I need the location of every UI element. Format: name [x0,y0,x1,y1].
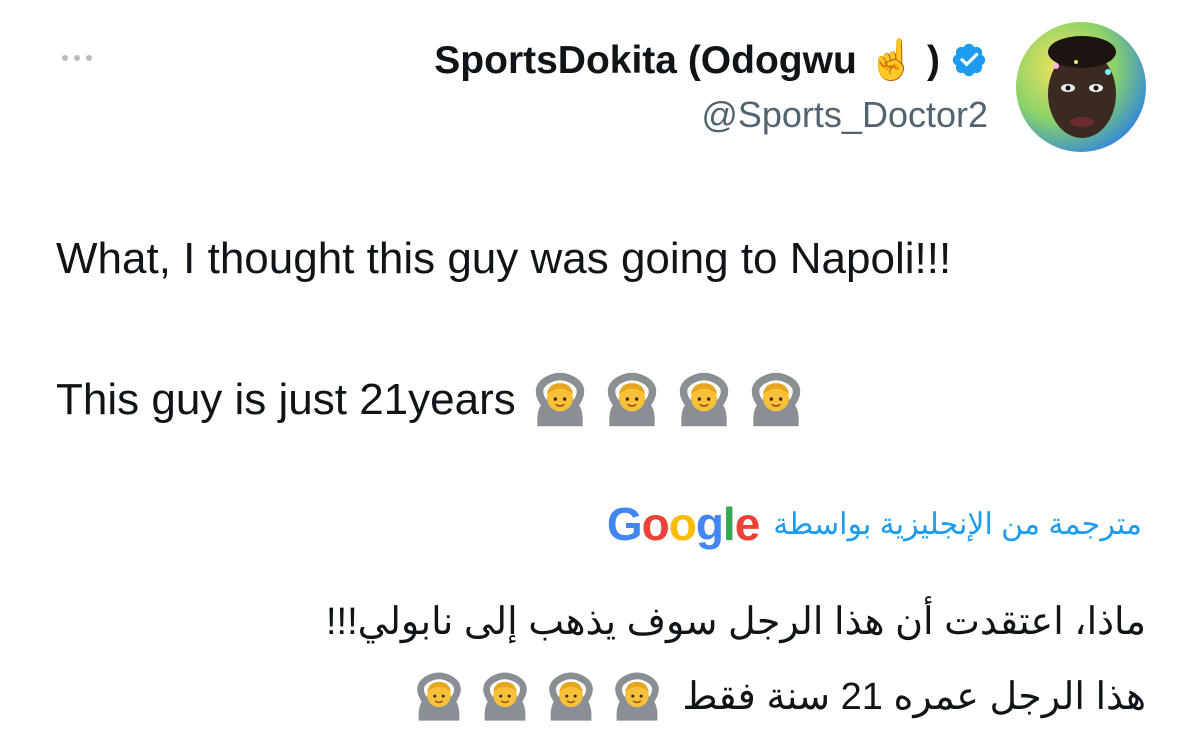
emoji-group [530,370,806,430]
more-options-icon[interactable] [62,48,102,68]
emoji-group-ar [412,670,664,724]
person-gesturing-ok-emoji-icon [417,672,462,721]
emoji [674,370,734,430]
avatar-portrait [1048,36,1116,138]
emoji [610,670,664,724]
emoji [544,670,598,724]
person-gesturing-ok-emoji-icon [751,372,800,427]
emoji [530,370,590,430]
tweet-line-2-text: This guy is just 21years [56,375,516,424]
google-logo: Google [606,498,760,550]
emoji [602,370,662,430]
person-gesturing-ok-emoji-icon [535,372,584,427]
verified-badge-icon [952,43,986,77]
translation-body: ماذا، اعتقدت أن هذا الرجل سوف يذهب إلى ن… [326,598,1146,724]
tweet-line-2: This guy is just 21years [56,370,1156,430]
translation-line-2-text: هذا الرجل عمره 21 سنة فقط [682,676,1146,718]
translation-line-2: هذا الرجل عمره 21 سنة فقط [326,670,1146,724]
person-gesturing-ok-emoji-icon [607,372,656,427]
translated-by-google[interactable]: مترجمة من الإنجليزية بواسطة Google [607,497,1142,551]
author-display-name[interactable]: SportsDokita (Odogwu ☝️ ) [434,37,940,83]
tweet-body: What, I thought this guy was going to Na… [56,232,1156,430]
author-avatar[interactable] [1016,22,1146,152]
person-gesturing-ok-emoji-icon [549,672,594,721]
emoji [478,670,532,724]
emoji [412,670,466,724]
author-handle[interactable]: @Sports_Doctor2 [434,94,988,136]
translation-line-1: ماذا، اعتقدت أن هذا الرجل سوف يذهب إلى ن… [326,601,1146,643]
tweet-line-1: What, I thought this guy was going to Na… [56,234,952,283]
person-gesturing-ok-emoji-icon [679,372,728,427]
emoji [746,370,806,430]
translation-label: مترجمة من الإنجليزية بواسطة [773,507,1142,541]
person-gesturing-ok-emoji-icon [615,672,660,721]
person-gesturing-ok-emoji-icon [483,672,528,721]
tweet-author-header: SportsDokita (Odogwu ☝️ ) @Sports_Doctor… [434,30,988,136]
